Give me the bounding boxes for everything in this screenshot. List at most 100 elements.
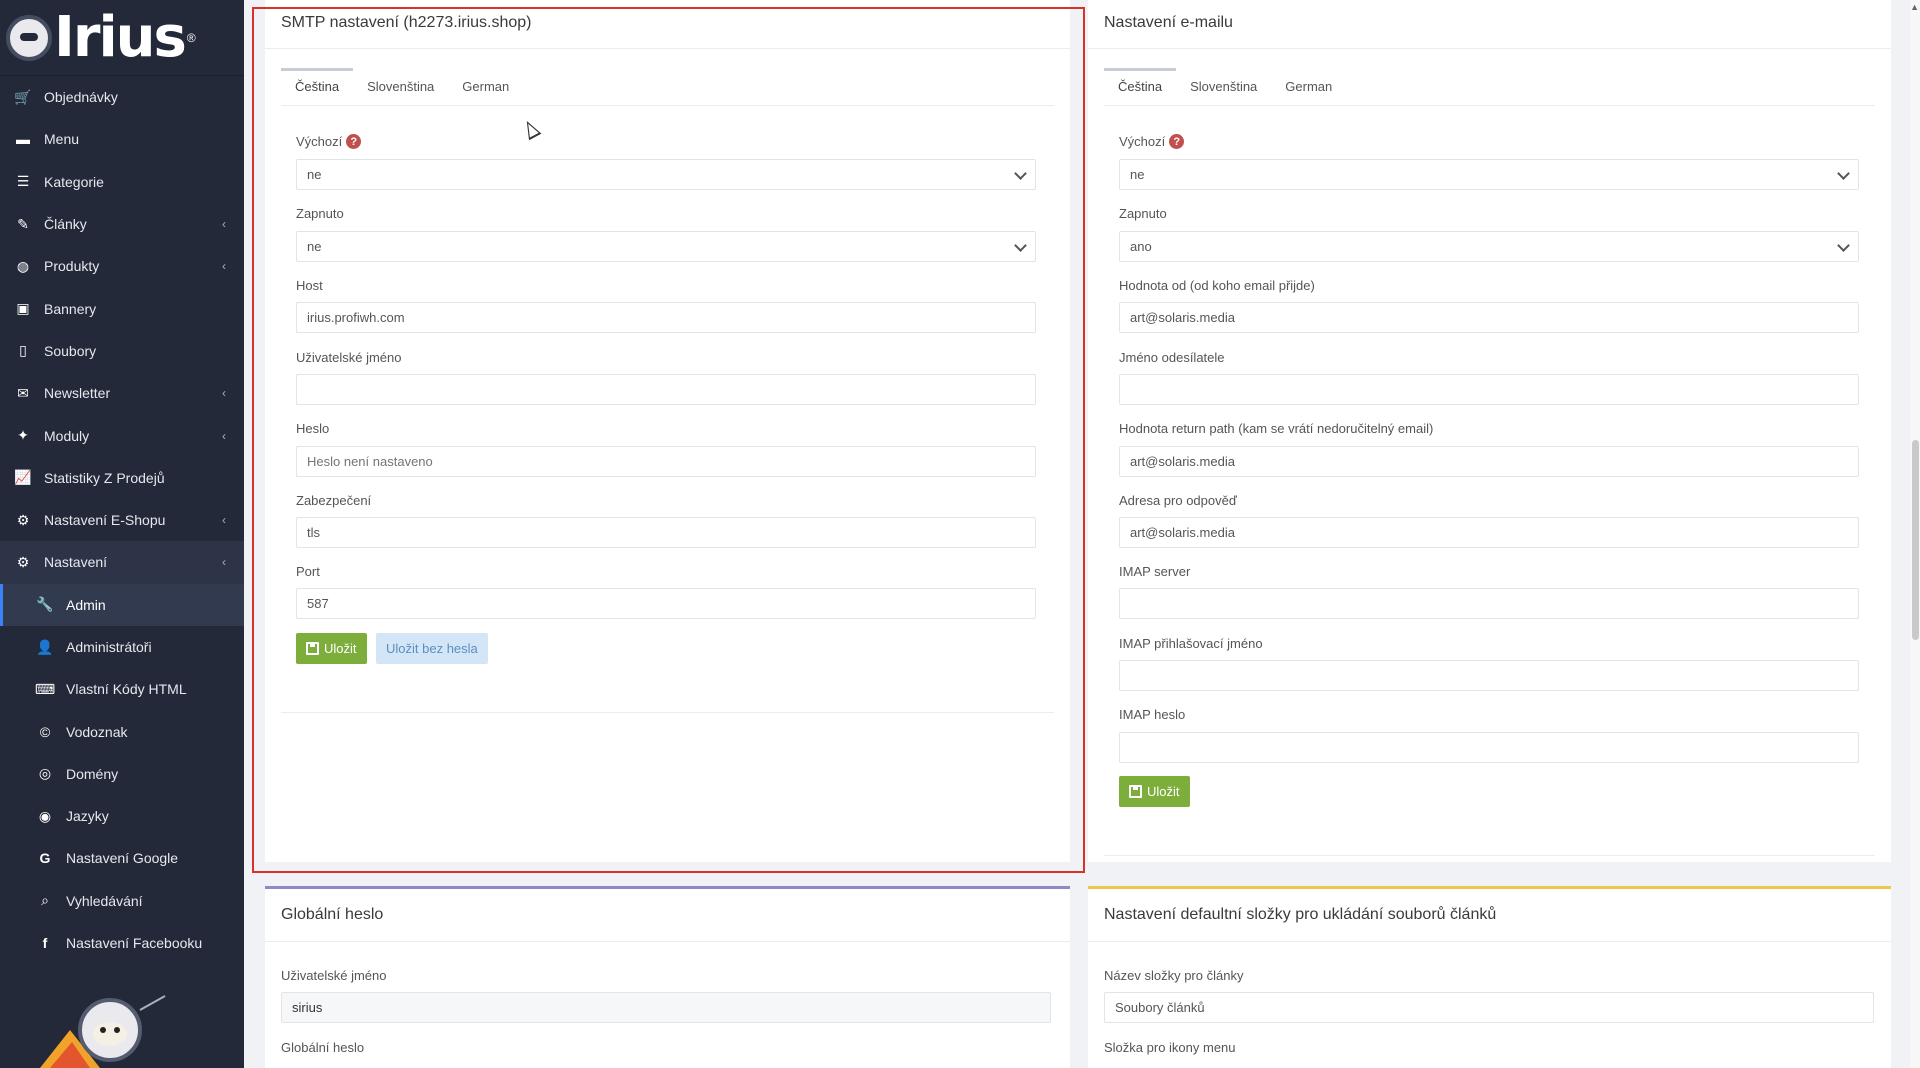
email-return-path-input[interactable]: art@solaris.media [1119, 446, 1859, 477]
tab-german[interactable]: German [1271, 68, 1346, 105]
sidebar-item[interactable]: ⚙ Nastavení ‹ [0, 541, 244, 584]
chevron-left-icon: ‹ [222, 217, 226, 232]
help-icon[interactable]: ? [1169, 134, 1185, 149]
tab-cestina[interactable]: Čeština [281, 68, 354, 105]
sidebar-item-label: Administrátoři [66, 639, 152, 655]
search-icon: ⌕ [41, 892, 49, 909]
scroll-thumb[interactable] [1912, 440, 1919, 640]
sidebar-item-label: Nastavení [44, 554, 108, 571]
sidebar-item[interactable]: f Nastavení Facebooku [0, 922, 244, 964]
folder-icon: ▬ [16, 131, 30, 148]
cogs-icon: ⚙ [16, 511, 30, 528]
sidebar-item[interactable]: G Nastavení Google [0, 837, 244, 879]
sidebar-item[interactable]: ✎ Články ‹ [0, 203, 244, 245]
sidebar-item[interactable]: ⌨ Vlastní Kódy HTML [0, 668, 244, 710]
cogs-icon: ⚙ [16, 553, 30, 570]
email-default-select[interactable]: ne [1119, 159, 1859, 190]
list-icon: ☰ [16, 173, 30, 190]
sidebar-item-label: Vlastní Kódy HTML [66, 681, 187, 698]
smtp-language-tabs: Čeština Slovenština German [281, 68, 1054, 106]
chart-icon: 📈 [14, 469, 32, 486]
smtp-security-input[interactable]: tls [296, 517, 1036, 548]
smtp-port-input[interactable]: 587 [296, 588, 1036, 619]
sidebar-item[interactable]: ✦ Moduly ‹ [0, 414, 244, 456]
sidebar-item[interactable]: ☰ Kategorie [0, 161, 244, 203]
mascot-icon [6, 14, 52, 61]
tab-german[interactable]: German [448, 68, 523, 105]
tab-cestina[interactable]: Čeština [1104, 68, 1177, 105]
imap-password-label: IMAP heslo [1119, 707, 1186, 722]
sidebar-item-label: Soubory [44, 342, 97, 359]
email-from-input[interactable]: art@solaris.media [1119, 302, 1859, 333]
sidebar-item[interactable]: © Vodoznak [0, 710, 244, 752]
email-sender-input[interactable] [1119, 374, 1859, 405]
email-language-tabs: Čeština Slovenština German [1104, 68, 1875, 106]
page-scrollbar[interactable]: ▲ [1910, 0, 1920, 1068]
puzzle-icon: ✦ [17, 427, 29, 444]
sidebar-item[interactable]: ◎ Domény [0, 753, 244, 795]
email-save-label: Uložit [1147, 784, 1180, 799]
smtp-password-input[interactable] [296, 446, 1036, 477]
sidebar-item[interactable]: ✉ Newsletter ‹ [0, 372, 244, 414]
sidebar-item[interactable]: 📈 Statistiky Z Prodejů [0, 457, 244, 499]
floppy-disk-icon [306, 642, 319, 655]
copyright-icon: © [39, 723, 51, 740]
imap-password-input[interactable] [1119, 732, 1859, 763]
smtp-host-input[interactable]: irius.profiwh.com [296, 302, 1036, 333]
smtp-save-label: Uložit [324, 641, 357, 656]
sidebar-item[interactable]: 🔧 Admin [0, 583, 244, 626]
sidebar-item[interactable]: 👤 Administrátoři [0, 626, 244, 668]
sidebar-item[interactable]: ▬ Menu [0, 118, 244, 160]
globe-icon: ◎ [38, 765, 52, 782]
tab-slovenstina[interactable]: Slovenština [1176, 68, 1271, 105]
email-reply-input[interactable]: art@solaris.media [1119, 517, 1859, 548]
folder-name-input[interactable]: Soubory článků [1104, 992, 1874, 1023]
sidebar-item[interactable]: 🛒 Objednávky [0, 76, 244, 118]
envelope-icon: ✉ [17, 384, 29, 401]
global-password-title: Globální heslo [281, 906, 384, 923]
smtp-default-select[interactable]: ne [296, 159, 1036, 190]
chevron-left-icon: ‹ [222, 386, 226, 401]
help-icon[interactable]: ? [346, 134, 362, 149]
sidebar-item-label: Newsletter [44, 385, 111, 402]
email-return-path-label: Hodnota return path (kam se vrátí nedoru… [1119, 421, 1434, 436]
imap-server-input[interactable] [1119, 588, 1859, 619]
sidebar-item[interactable]: ▯ Soubory [0, 330, 244, 372]
email-enabled-select[interactable]: ano [1119, 231, 1859, 262]
email-save-button[interactable]: Uložit [1119, 776, 1190, 807]
sidebar-item-label: Nastavení E-Shopu [44, 512, 166, 529]
sidebar-item[interactable]: ⌕ Vyhledávání [0, 880, 244, 922]
sidebar-item-label: Nastavení Google [66, 850, 179, 867]
tab-slovenstina[interactable]: Slovenština [353, 68, 448, 105]
email-from-label: Hodnota od (od koho email přijde) [1119, 278, 1315, 293]
chevron-down-icon [1014, 238, 1027, 252]
smtp-footer-divider [281, 712, 1054, 713]
imap-login-input[interactable] [1119, 660, 1859, 691]
smtp-enabled-select[interactable]: ne [296, 231, 1036, 262]
sidebar-item[interactable]: ◉ Jazyky [0, 795, 244, 837]
chevron-left-icon: ‹ [222, 555, 226, 570]
google-icon: G [39, 850, 51, 867]
email-sender-label: Jméno odesílatele [1119, 350, 1225, 365]
imap-server-label: IMAP server [1119, 564, 1191, 579]
sidebar-item-label: Vyhledávání [66, 892, 143, 909]
sidebar-item[interactable]: ⚙ Nastavení E-Shopu ‹ [0, 499, 244, 541]
global-username-input[interactable]: sirius [281, 992, 1051, 1023]
wrench-icon: 🔧 [36, 596, 54, 613]
smtp-save-without-password-button[interactable]: Uložit bez hesla [376, 633, 488, 664]
email-enabled-value: ano [1130, 239, 1152, 254]
brand-logo[interactable]: Irius ® [0, 0, 244, 76]
global-password-label: Globální heslo [281, 1040, 365, 1055]
email-default-label: Výchozí ? [1119, 134, 1185, 149]
pencil-icon: ✎ [17, 215, 29, 232]
sidebar-item-label: Domény [66, 765, 119, 782]
smtp-save-button[interactable]: Uložit [296, 633, 367, 664]
scroll-up-icon[interactable]: ▲ [1910, 2, 1919, 12]
sidebar-item[interactable]: ◍ Produkty ‹ [0, 245, 244, 287]
floppy-disk-icon [1129, 785, 1142, 798]
sidebar-item-label: Objednávky [44, 89, 118, 106]
ball-icon: ◍ [16, 257, 30, 274]
smtp-username-input[interactable] [296, 374, 1036, 405]
sidebar-menu: 🛒 Objednávky ▬ Menu ☰ Kategorie ✎ Články ‹ ◍ Produ… [0, 76, 244, 964]
sidebar-item[interactable]: ▣ Bannery [0, 287, 244, 329]
